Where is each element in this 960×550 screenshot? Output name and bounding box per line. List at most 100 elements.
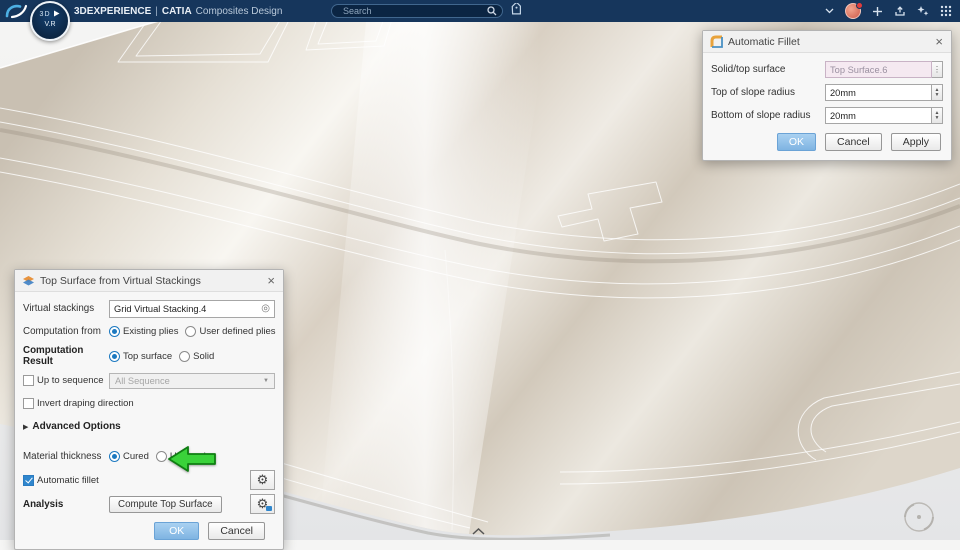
- up-to-sequence-row: Up to sequence All Sequence ▼: [15, 369, 283, 392]
- spinner-down-icon[interactable]: ▼: [935, 92, 940, 98]
- dropdown-arrow-icon[interactable]: ▼: [263, 378, 269, 384]
- option-label[interactable]: Automatic fillet: [37, 475, 99, 486]
- compass-3d-label: 3D: [39, 11, 51, 18]
- ok-button[interactable]: OK: [776, 133, 817, 151]
- option-label[interactable]: Invert draping direction: [37, 398, 134, 409]
- annotation-arrow: [168, 446, 216, 472]
- radio-icon[interactable]: [109, 326, 120, 337]
- dialog-titlebar[interactable]: Top Surface from Virtual Stackings ×: [15, 270, 283, 292]
- option-label[interactable]: Up to sequence: [37, 375, 104, 386]
- analysis-chip-icon: [266, 506, 272, 511]
- virtual-stackings-value: Grid Virtual Stacking.4: [114, 303, 207, 314]
- automatic-fillet-row: Automatic fillet ⚙: [15, 468, 283, 492]
- option-label[interactable]: Solid: [193, 351, 214, 362]
- field-row: Bottom of slope radius 20mm ▲ ▼: [703, 104, 951, 127]
- invert-draping-checkbox[interactable]: Invert draping direction: [23, 398, 134, 409]
- share-icon[interactable]: [894, 5, 906, 17]
- material-thickness-row: Material thickness Cured Uncured: [15, 445, 283, 468]
- cancel-button[interactable]: Cancel: [208, 522, 265, 540]
- sequence-dropdown[interactable]: All Sequence ▼: [109, 372, 275, 389]
- brand-name: 3DEXPERIENCE: [74, 5, 152, 17]
- search-input[interactable]: [341, 5, 487, 17]
- spinner[interactable]: ▲ ▼: [932, 107, 943, 124]
- search-bar[interactable]: [331, 4, 503, 18]
- option-label[interactable]: Cured: [123, 451, 149, 462]
- radio-top-surface[interactable]: Top surface: [109, 350, 172, 362]
- user-avatar[interactable]: [845, 2, 863, 19]
- virtual-stackings-field[interactable]: Grid Virtual Stacking.4 ◎: [109, 299, 275, 318]
- checkbox-icon[interactable]: [23, 375, 34, 386]
- radio-existing-plies[interactable]: Existing plies: [109, 326, 178, 337]
- gear-icon: ⚙: [256, 472, 269, 487]
- analysis-row: Analysis Compute Top Surface ⚙: [15, 492, 283, 516]
- app-name: CATIA: [161, 5, 192, 17]
- app-module: Composites Design: [195, 5, 283, 17]
- advanced-options-row[interactable]: ▶ Advanced Options: [15, 415, 283, 438]
- dropdown-value: All Sequence: [115, 375, 170, 386]
- automatic-fillet-dialog: Automatic Fillet × Solid/top surface Top…: [702, 30, 952, 161]
- field-row: Top of slope radius 20mm ▲ ▼: [703, 81, 951, 104]
- app-grid-icon[interactable]: [940, 5, 952, 17]
- radio-solid[interactable]: Solid: [179, 350, 214, 362]
- search-icon[interactable]: [487, 6, 497, 16]
- checkbox-icon[interactable]: [23, 398, 34, 409]
- 3ds-logo[interactable]: [4, 3, 30, 19]
- row-label: Computation Result: [23, 345, 84, 367]
- solid-top-surface-field[interactable]: Top Surface.6: [825, 61, 932, 78]
- close-icon[interactable]: ×: [934, 35, 944, 48]
- fillet-icon: [710, 35, 723, 48]
- fillet-settings-button[interactable]: ⚙: [250, 470, 275, 490]
- apply-button[interactable]: Apply: [890, 133, 941, 151]
- option-label[interactable]: Top surface: [123, 351, 172, 362]
- option-label[interactable]: Existing plies: [123, 326, 178, 337]
- dialog-title: Automatic Fillet: [728, 35, 800, 48]
- row-label: Material thickness: [23, 451, 102, 462]
- dialog-titlebar[interactable]: Automatic Fillet ×: [703, 31, 951, 53]
- close-icon[interactable]: ×: [266, 274, 276, 287]
- bottom-slope-radius-field[interactable]: 20mm: [825, 107, 932, 124]
- spinner-down-icon[interactable]: ▼: [935, 115, 940, 121]
- topbar-actions: [825, 0, 952, 22]
- analysis-settings-button[interactable]: ⚙: [250, 494, 275, 514]
- automatic-fillet-checkbox[interactable]: Automatic fillet: [23, 474, 99, 486]
- bottom-panel-expander[interactable]: [472, 528, 485, 535]
- field-row: Solid/top surface Top Surface.6 ⋮: [703, 58, 951, 81]
- expander-triangle-icon[interactable]: ▶: [23, 423, 28, 431]
- tag-icon[interactable]: [509, 3, 524, 18]
- dialog-title: Top Surface from Virtual Stackings: [40, 274, 201, 287]
- radio-icon[interactable]: [109, 350, 120, 362]
- row-label: Virtual stackings: [23, 303, 95, 314]
- selection-reticle-icon[interactable]: ◎: [257, 303, 270, 314]
- radio-icon[interactable]: [185, 326, 197, 337]
- virtual-stacking-icon: [23, 276, 34, 286]
- advanced-options-label[interactable]: Advanced Options: [32, 421, 120, 432]
- up-to-sequence-checkbox[interactable]: Up to sequence: [23, 375, 106, 386]
- spinner[interactable]: ▲ ▼: [932, 84, 943, 101]
- compute-top-surface-button[interactable]: Compute Top Surface: [109, 495, 222, 513]
- chevron-down-icon[interactable]: [825, 8, 834, 14]
- ok-button[interactable]: OK: [154, 522, 200, 540]
- add-icon[interactable]: [872, 6, 883, 17]
- checkbox-icon[interactable]: [23, 474, 34, 486]
- field-label: Bottom of slope radius: [711, 110, 811, 121]
- computation-result-row: Computation Result Top surface Solid: [15, 343, 283, 369]
- radio-icon[interactable]: [179, 350, 191, 362]
- view-rotation-widget[interactable]: [896, 494, 942, 540]
- radio-user-defined-plies[interactable]: User defined plies: [185, 326, 276, 337]
- compass-menu-badge[interactable]: 3D V.R: [30, 1, 70, 41]
- field-options-icon[interactable]: ⋮: [932, 61, 943, 78]
- cancel-button[interactable]: Cancel: [825, 133, 882, 151]
- radio-icon[interactable]: [109, 451, 120, 462]
- top-surface-stackings-dialog: Top Surface from Virtual Stackings × Vir…: [14, 269, 284, 550]
- radio-cured[interactable]: Cured: [109, 451, 149, 462]
- top-app-bar: 3DEXPERIENCE | CATIA Composites Design: [0, 0, 960, 22]
- compass-version-label: V.R: [44, 21, 56, 28]
- sparkle-icon[interactable]: [917, 5, 929, 17]
- top-slope-radius-field[interactable]: 20mm: [825, 84, 932, 101]
- field-label: Top of slope radius: [711, 87, 795, 98]
- play-icon[interactable]: [53, 10, 60, 17]
- invert-draping-row: Invert draping direction: [15, 392, 283, 415]
- brand-separator: |: [155, 5, 158, 17]
- option-label[interactable]: User defined plies: [199, 326, 275, 337]
- row-label: Computation from: [23, 326, 101, 337]
